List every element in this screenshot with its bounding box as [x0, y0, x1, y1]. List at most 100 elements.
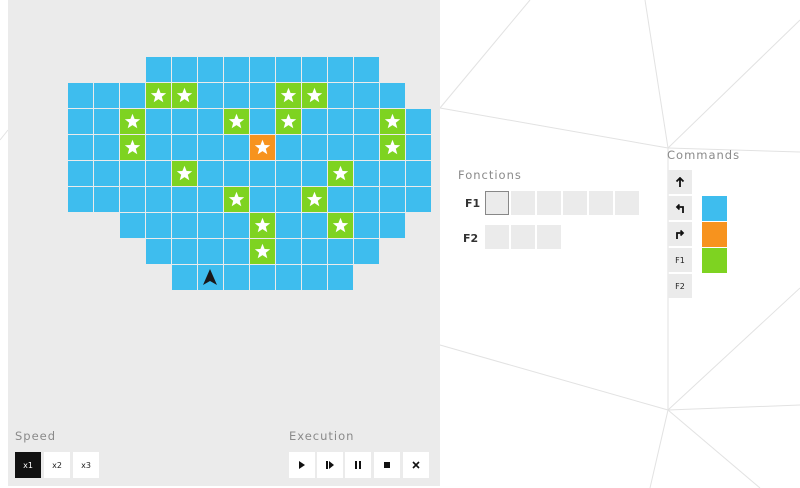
green-star-tile [250, 239, 275, 264]
blue-tile [354, 135, 379, 160]
blue-tile [276, 265, 301, 290]
blue-tile [198, 187, 223, 212]
star-icon [254, 243, 271, 259]
star-icon [228, 113, 245, 129]
blue-tile [94, 187, 119, 212]
function-slot[interactable] [511, 191, 535, 215]
turn-left-icon [675, 203, 684, 213]
blue-tile [146, 109, 171, 134]
blue-tile [68, 187, 93, 212]
blue-tile [172, 135, 197, 160]
green-star-tile [224, 109, 249, 134]
f1-command-button[interactable]: F1 [668, 248, 692, 272]
blue-tile [172, 213, 197, 238]
blue-tile [250, 265, 275, 290]
close-icon [412, 461, 420, 469]
star-icon [280, 87, 297, 103]
blue-tile [302, 135, 327, 160]
blue-tile [68, 109, 93, 134]
function-slot[interactable] [537, 225, 561, 249]
green-star-tile [224, 187, 249, 212]
blue-tile [198, 213, 223, 238]
function-slot[interactable] [485, 191, 509, 215]
star-icon [306, 191, 323, 207]
blue-tile [328, 57, 353, 82]
star-icon [124, 113, 141, 129]
blue-tile [172, 239, 197, 264]
blue-tile [250, 161, 275, 186]
blue-tile [276, 161, 301, 186]
green-star-tile [302, 83, 327, 108]
forward-command-button[interactable] [668, 170, 692, 194]
blue-tile [94, 161, 119, 186]
blue-tile [68, 135, 93, 160]
function-slot[interactable] [485, 225, 509, 249]
turn-right-command-button[interactable] [668, 222, 692, 246]
function-slot[interactable] [537, 191, 561, 215]
blue-tile [172, 109, 197, 134]
play-button[interactable] [289, 452, 315, 478]
function-slot[interactable] [589, 191, 613, 215]
green-star-tile [302, 187, 327, 212]
blue-tile [224, 239, 249, 264]
blue-tile [380, 83, 405, 108]
green-star-tile [172, 161, 197, 186]
blue-tile [250, 83, 275, 108]
blue-tile [120, 161, 145, 186]
blue-tile [198, 109, 223, 134]
green-color-swatch[interactable] [702, 248, 727, 273]
function-slot[interactable] [511, 225, 535, 249]
speed-label: Speed [15, 429, 57, 443]
f2-command-button[interactable]: F2 [668, 274, 692, 298]
function-slot[interactable] [563, 191, 587, 215]
blue-tile [302, 213, 327, 238]
blue-tile [224, 135, 249, 160]
speed-x3-button[interactable]: x3 [73, 452, 99, 478]
speed-x1-button[interactable]: x1 [15, 452, 41, 478]
speed-x2-button[interactable]: x2 [44, 452, 70, 478]
blue-tile [354, 239, 379, 264]
clear-button[interactable] [403, 452, 429, 478]
blue-tile [224, 57, 249, 82]
arrow-up-icon [675, 176, 685, 187]
blue-tile [380, 161, 405, 186]
step-button[interactable] [317, 452, 343, 478]
pause-button[interactable] [345, 452, 371, 478]
function-slot[interactable] [615, 191, 639, 215]
blue-tile [120, 83, 145, 108]
blue-tile [172, 265, 197, 290]
blue-tile [68, 83, 93, 108]
star-icon [254, 217, 271, 233]
green-star-tile [276, 83, 301, 108]
blue-tile [172, 57, 197, 82]
blue-tile [250, 187, 275, 212]
star-icon [332, 217, 349, 233]
robot-arrow-icon [203, 269, 217, 285]
blue-tile [406, 187, 431, 212]
star-icon [176, 87, 193, 103]
blue-tile [120, 187, 145, 212]
blue-tile [276, 213, 301, 238]
blue-tile [354, 109, 379, 134]
blue-tile [250, 109, 275, 134]
blue-tile [146, 213, 171, 238]
function-f1-label: F1 [465, 197, 481, 210]
star-icon [280, 113, 297, 129]
stop-button[interactable] [374, 452, 400, 478]
orange-color-swatch[interactable] [702, 222, 727, 247]
green-star-tile [120, 109, 145, 134]
green-star-tile [146, 83, 171, 108]
green-star-tile [172, 83, 197, 108]
blue-tile [328, 187, 353, 212]
blue-color-swatch[interactable] [702, 196, 727, 221]
blue-tile [198, 135, 223, 160]
blue-tile [276, 57, 301, 82]
blue-tile [302, 161, 327, 186]
blue-tile [328, 265, 353, 290]
blue-tile [354, 187, 379, 212]
blue-tile [354, 213, 379, 238]
star-icon [384, 139, 401, 155]
turn-left-command-button[interactable] [668, 196, 692, 220]
blue-tile [120, 213, 145, 238]
blue-tile [94, 83, 119, 108]
